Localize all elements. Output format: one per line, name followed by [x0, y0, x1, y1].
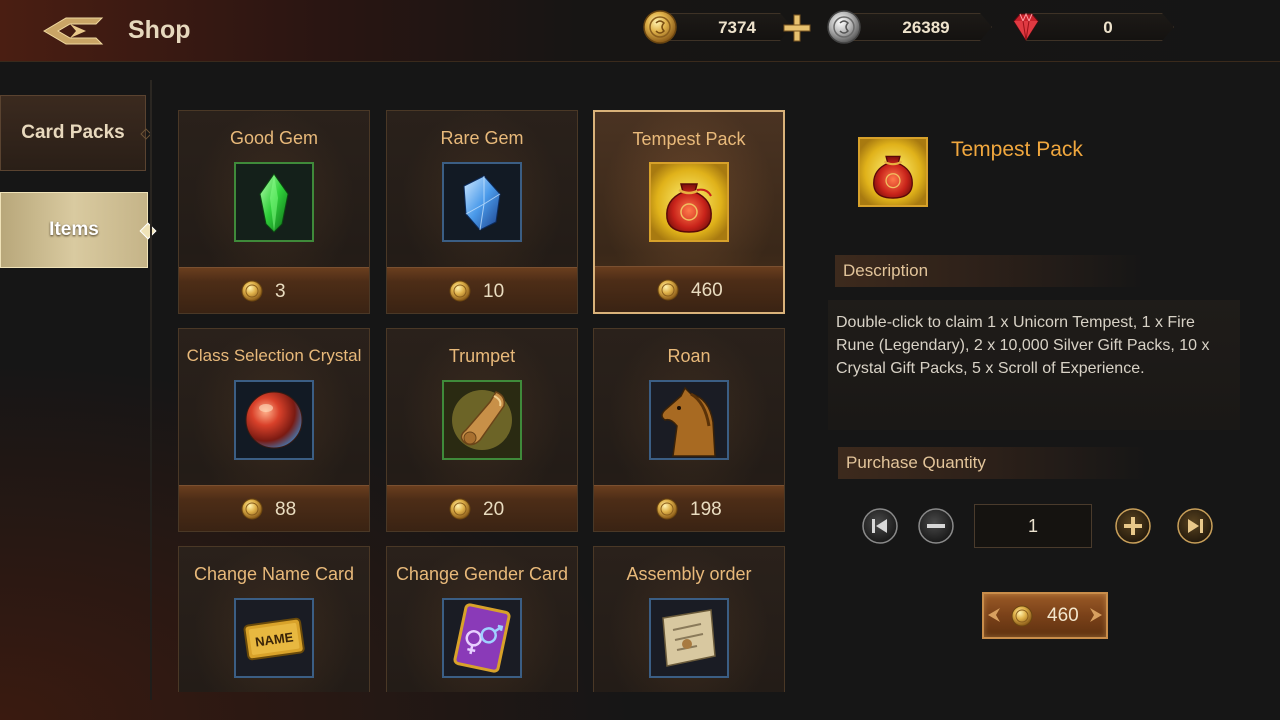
purchase-quantity-label: Purchase Quantity: [846, 453, 986, 472]
description-box: Double-click to claim 1 x Unicorn Tempes…: [828, 300, 1240, 430]
silver-coin-icon: [827, 10, 861, 44]
gold-currency: 7374: [642, 10, 792, 44]
skip-to-end-icon: [1177, 508, 1213, 544]
item-price: 10: [483, 281, 505, 302]
item-card-change-gender-card[interactable]: Change Gender Card: [386, 546, 578, 692]
item-name: Trumpet: [448, 346, 516, 366]
scroll-icon: [649, 598, 729, 678]
add-gold-button[interactable]: [781, 12, 813, 44]
min-quantity-button[interactable]: [861, 507, 899, 545]
purchase-price: 460: [1047, 605, 1079, 626]
gold-coin-icon: [449, 280, 471, 302]
item-price: 88: [275, 499, 297, 520]
item-price: 20: [483, 499, 505, 520]
gold-coin-icon: [241, 280, 263, 302]
back-arrow-icon[interactable]: [40, 12, 106, 50]
item-name: Rare Gem: [440, 128, 524, 148]
item-price: 198: [690, 499, 722, 520]
minus-icon: [918, 508, 954, 544]
item-name: Change Gender Card: [395, 564, 569, 584]
description-text: Double-click to claim 1 x Unicorn Tempes…: [836, 314, 1210, 377]
item-name: Assembly order: [626, 564, 752, 584]
name-card-icon: NAME: [234, 598, 314, 678]
category-sidebar: Card Packs Items: [0, 62, 157, 720]
silver-currency: 26389: [826, 10, 992, 44]
description-header: Description: [835, 255, 1145, 287]
plus-icon: [1115, 508, 1151, 544]
gold-coin-icon: [656, 498, 678, 520]
item-card-change-name-card[interactable]: Change Name Card NAME: [178, 546, 370, 692]
quantity-input[interactable]: [974, 504, 1092, 548]
item-price: 3: [275, 281, 286, 302]
gem-amount: 0: [1103, 18, 1113, 37]
item-price: 460: [691, 280, 723, 301]
silver-amount: 26389: [902, 18, 950, 37]
increase-quantity-button[interactable]: [1114, 507, 1152, 545]
skip-to-start-icon: [862, 508, 898, 544]
item-card-assembly-order[interactable]: Assembly order: [593, 546, 785, 692]
item-card-tempest-pack[interactable]: Tempest Pack 460: [593, 110, 785, 314]
decrease-quantity-button[interactable]: [917, 507, 955, 545]
item-card-good-gem[interactable]: Good Gem 3: [178, 110, 370, 314]
price-bar: 3: [179, 267, 369, 313]
horse-icon: [649, 380, 729, 460]
item-name: Tempest Pack: [632, 129, 746, 149]
max-quantity-button[interactable]: [1176, 507, 1214, 545]
gold-coin-icon: [449, 498, 471, 520]
tab-card-packs-label: Card Packs: [21, 122, 125, 143]
item-name: Change Name Card: [193, 564, 355, 584]
item-grid: Good Gem 3 Rare Gem 10 Tempest Pack 460 …: [178, 110, 788, 692]
right-ornament-icon: [1090, 608, 1102, 622]
description-label: Description: [843, 261, 929, 280]
red-diamond-icon: [1013, 12, 1039, 41]
item-name: Good Gem: [229, 128, 319, 148]
plus-icon: [783, 14, 811, 42]
selected-item-name: Tempest Pack: [951, 138, 1083, 161]
item-card-trumpet[interactable]: Trumpet 20: [386, 328, 578, 532]
gold-coin-icon: [1011, 605, 1033, 627]
top-bar: Shop 7374 26389 0: [0, 0, 1280, 62]
price-bar: 198: [594, 485, 784, 531]
tab-card-packs[interactable]: Card Packs: [0, 95, 152, 171]
gold-amount: 7374: [718, 18, 756, 37]
item-name: Class Selection Crystal: [186, 346, 362, 365]
tab-items[interactable]: Items: [0, 192, 157, 268]
sidebar-divider: [150, 80, 152, 700]
price-bar: 460: [595, 266, 783, 312]
price-bar: 20: [387, 485, 577, 531]
left-ornament-icon: [988, 608, 1000, 622]
item-card-class-selection-crystal[interactable]: Class Selection Crystal 88: [178, 328, 370, 532]
gender-card-icon: [442, 598, 522, 678]
item-card-roan[interactable]: Roan 198: [593, 328, 785, 532]
blue-gem-icon: [442, 162, 522, 242]
green-gem-icon: [234, 162, 314, 242]
purchase-quantity-header: Purchase Quantity: [838, 447, 1148, 479]
purchase-button[interactable]: 460: [982, 592, 1108, 639]
horn-icon: [442, 380, 522, 460]
tab-items-label: Items: [49, 219, 99, 240]
price-bar: 88: [179, 485, 369, 531]
gold-coin-icon: [657, 279, 679, 301]
selected-item-icon: [858, 137, 928, 207]
gold-coin-icon: [643, 10, 677, 44]
price-bar: 10: [387, 267, 577, 313]
item-card-rare-gem[interactable]: Rare Gem 10: [386, 110, 578, 314]
gem-currency: 0: [1008, 12, 1174, 42]
red-pouch-icon: [649, 162, 729, 242]
item-name: Roan: [667, 346, 711, 366]
page-title: Shop: [128, 16, 191, 44]
gold-coin-icon: [241, 498, 263, 520]
red-orb-icon: [234, 380, 314, 460]
